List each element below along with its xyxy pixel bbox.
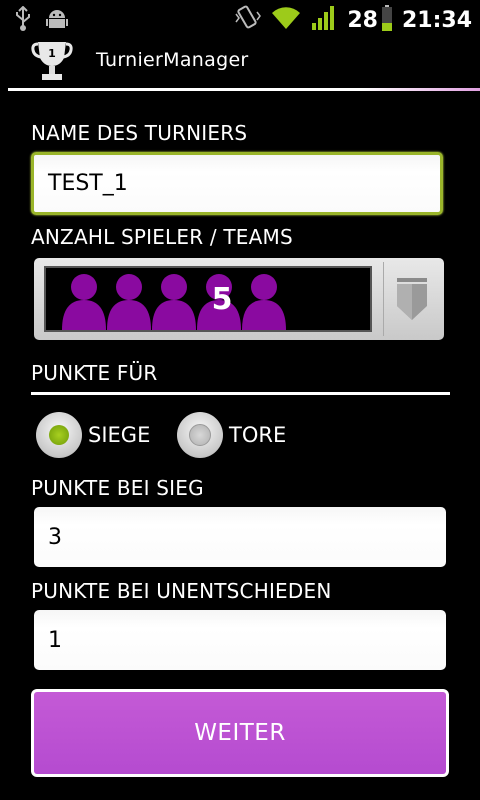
win-points-value: 3 — [48, 524, 62, 550]
radio-button-unselected[interactable] — [177, 412, 223, 458]
weiter-button-face[interactable]: WEITER — [34, 692, 446, 774]
section-divider — [31, 392, 450, 395]
person-icon — [242, 274, 286, 330]
person-icon — [107, 274, 151, 330]
radio-siege[interactable]: SIEGE — [36, 408, 150, 462]
players-count-value: 5 — [211, 282, 233, 317]
usb-icon — [14, 5, 32, 36]
person-icon — [62, 274, 106, 330]
wifi-icon — [271, 5, 301, 35]
app-title: TurnierManager — [96, 49, 249, 71]
weiter-button[interactable]: WEITER — [31, 689, 449, 777]
status-bar: 28 21:34 — [0, 0, 480, 38]
dropdown-arrow-icon — [397, 278, 427, 320]
tournament-name-label: NAME DES TURNIERS — [31, 121, 248, 145]
vibrate-icon — [233, 4, 262, 36]
trophy-icon: 1 — [30, 38, 74, 82]
draw-points-label: PUNKTE BEI UNENTSCHIEDEN — [31, 579, 332, 603]
svg-text:1: 1 — [48, 47, 56, 60]
title-divider — [8, 88, 480, 91]
win-points-input[interactable]: 3 — [34, 507, 446, 567]
radio-dot — [189, 424, 211, 446]
weiter-button-label: WEITER — [194, 720, 286, 746]
radio-button-selected[interactable] — [36, 412, 82, 458]
win-points-label: PUNKTE BEI SIEG — [31, 476, 204, 500]
points-for-label: PUNKTE FÜR — [31, 361, 158, 385]
battery-percent: 28 — [347, 7, 378, 33]
battery-icon — [381, 5, 392, 35]
draw-points-value: 1 — [48, 627, 62, 653]
players-display: 5 — [44, 266, 372, 332]
title-bar: 1 TurnierManager — [0, 38, 480, 88]
android-debug-icon — [46, 7, 68, 35]
players-count-spinner[interactable]: 5 — [34, 258, 444, 340]
signal-icon — [311, 5, 337, 35]
person-icon — [152, 274, 196, 330]
tournament-name-input[interactable]: TEST_1 — [31, 152, 443, 215]
clock: 21:34 — [401, 7, 472, 33]
tournament-name-value: TEST_1 — [48, 171, 128, 196]
draw-points-input[interactable]: 1 — [34, 610, 446, 670]
radio-tore[interactable]: TORE — [177, 408, 286, 462]
players-count-label: ANZAHL SPIELER / TEAMS — [31, 225, 293, 249]
spinner-dropdown-button[interactable] — [383, 262, 440, 336]
radio-siege-label: SIEGE — [88, 423, 151, 447]
radio-dot — [49, 425, 69, 445]
radio-tore-label: TORE — [229, 423, 287, 447]
